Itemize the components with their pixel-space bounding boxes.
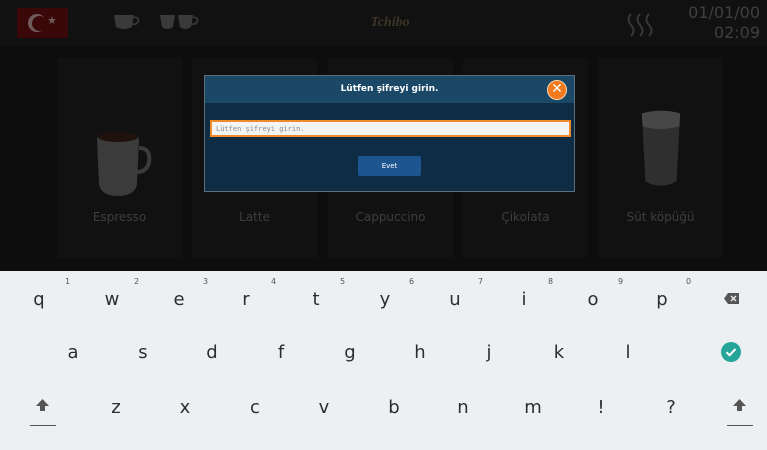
product-label: Espresso [92, 210, 147, 224]
double-cup-icon[interactable] [158, 10, 200, 32]
shift-icon [733, 399, 746, 411]
key-label: c [250, 397, 260, 418]
key-label: m [524, 397, 542, 418]
key-label: v [318, 397, 330, 418]
key-label: b [388, 397, 400, 418]
key-label: n [457, 397, 469, 418]
single-cup-icon[interactable] [111, 10, 141, 32]
key-label: g [344, 342, 356, 363]
key-label: d [206, 342, 218, 363]
shift-key-right[interactable] [709, 271, 767, 426]
flag-crescent-cut [32, 16, 47, 31]
datetime-display: 01/01/00 02:09 [676, 3, 760, 43]
product-label: Cappuccino [355, 210, 426, 224]
key-exclamation[interactable]: ! [571, 271, 631, 418]
key-label: z [111, 397, 121, 418]
check-circle-icon [721, 342, 741, 362]
shift-icon [36, 399, 49, 411]
time-text: 02:09 [713, 23, 760, 42]
product-label: Süt köpüğü [626, 210, 695, 224]
key-label: ! [597, 397, 605, 418]
key-c[interactable]: c [225, 271, 285, 418]
top-bar: ★ Tchibo 01/01/00 02:09 [0, 0, 767, 46]
product-label: Latte [239, 210, 270, 224]
key-label: a [67, 342, 79, 363]
shift-underline [30, 425, 56, 426]
shift-underline [727, 425, 753, 426]
key-z[interactable]: z [86, 271, 146, 418]
language-flag-button[interactable]: ★ [17, 8, 68, 38]
key-x[interactable]: x [155, 271, 215, 418]
flag-star-icon: ★ [47, 14, 57, 27]
key-label: s [138, 342, 148, 363]
brand-logo: Tchibo [370, 15, 410, 30]
key-label: k [553, 342, 565, 363]
product-tile-espresso[interactable]: Espresso [57, 58, 182, 258]
espresso-cup-icon [97, 132, 152, 196]
steam-heat-icon [627, 13, 653, 37]
product-tile-milk-foam[interactable]: Süt köpüğü [598, 58, 723, 258]
key-label: j [486, 342, 492, 363]
key-question[interactable]: ? [641, 271, 701, 418]
shift-key-left[interactable] [13, 271, 73, 426]
close-icon[interactable]: ✕ [547, 80, 567, 100]
key-v[interactable]: v [294, 271, 354, 418]
key-label: x [179, 397, 191, 418]
key-n[interactable]: n [433, 271, 493, 418]
key-b[interactable]: b [364, 271, 424, 418]
date-text: 01/01/00 [688, 3, 760, 22]
key-label: ? [666, 397, 676, 418]
confirm-button[interactable]: Evet [358, 156, 421, 176]
key-label: f [277, 342, 285, 363]
product-label: Çikolata [501, 210, 550, 224]
milk-foam-glass-icon [641, 110, 681, 186]
password-input[interactable] [210, 120, 571, 137]
key-m[interactable]: m [503, 271, 563, 418]
key-label: h [414, 342, 426, 363]
key-label: l [625, 342, 631, 363]
password-dialog: Lütfen şifreyi girin. ✕ Evet [204, 75, 575, 192]
dialog-title: Lütfen şifreyi girin. [340, 84, 439, 94]
